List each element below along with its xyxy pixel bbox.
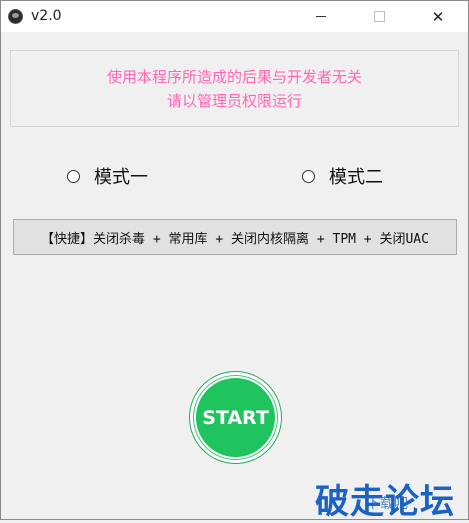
close-icon: ✕ — [431, 7, 445, 26]
mode-2-radio[interactable]: 模式二 — [302, 163, 383, 189]
minimize-icon — [316, 16, 326, 17]
close-button[interactable]: ✕ — [415, 1, 461, 32]
mode-1-label: 模式一 — [94, 167, 148, 188]
radio-circle-icon[interactable] — [302, 169, 315, 183]
maximize-button[interactable] — [356, 1, 402, 32]
mode-2-label: 模式二 — [329, 167, 383, 188]
title-bar[interactable]: v2.0 ✕ — [1, 1, 468, 32]
mode-1-radio[interactable]: 模式一 — [67, 163, 148, 189]
notice-line-2: 请以管理员权限运行 — [166, 91, 302, 110]
notice-line-1: 使用本程序所造成的后果与开发者无关 — [106, 67, 362, 86]
quick-setup-button[interactable]: 【快捷】关闭杀毒 + 常用库 + 关闭内核隔离 + TPM + 关闭UAC — [13, 219, 457, 255]
app-window: v2.0 ✕ 使用本程序所造成的后果与开发者无关 请以管理员权限运行 模式一 模… — [0, 0, 469, 520]
minimize-button[interactable] — [298, 1, 344, 32]
start-button[interactable]: START — [190, 372, 281, 463]
notice-box: 使用本程序所造成的后果与开发者无关 请以管理员权限运行 — [10, 50, 459, 127]
start-button-label[interactable]: START — [194, 376, 277, 459]
watermark-sub-logo: 下载吧 — [366, 496, 408, 512]
maximize-icon — [373, 11, 385, 22]
radio-circle-icon[interactable] — [67, 169, 80, 183]
app-icon — [8, 9, 23, 24]
window-title: v2.0 — [31, 8, 62, 24]
